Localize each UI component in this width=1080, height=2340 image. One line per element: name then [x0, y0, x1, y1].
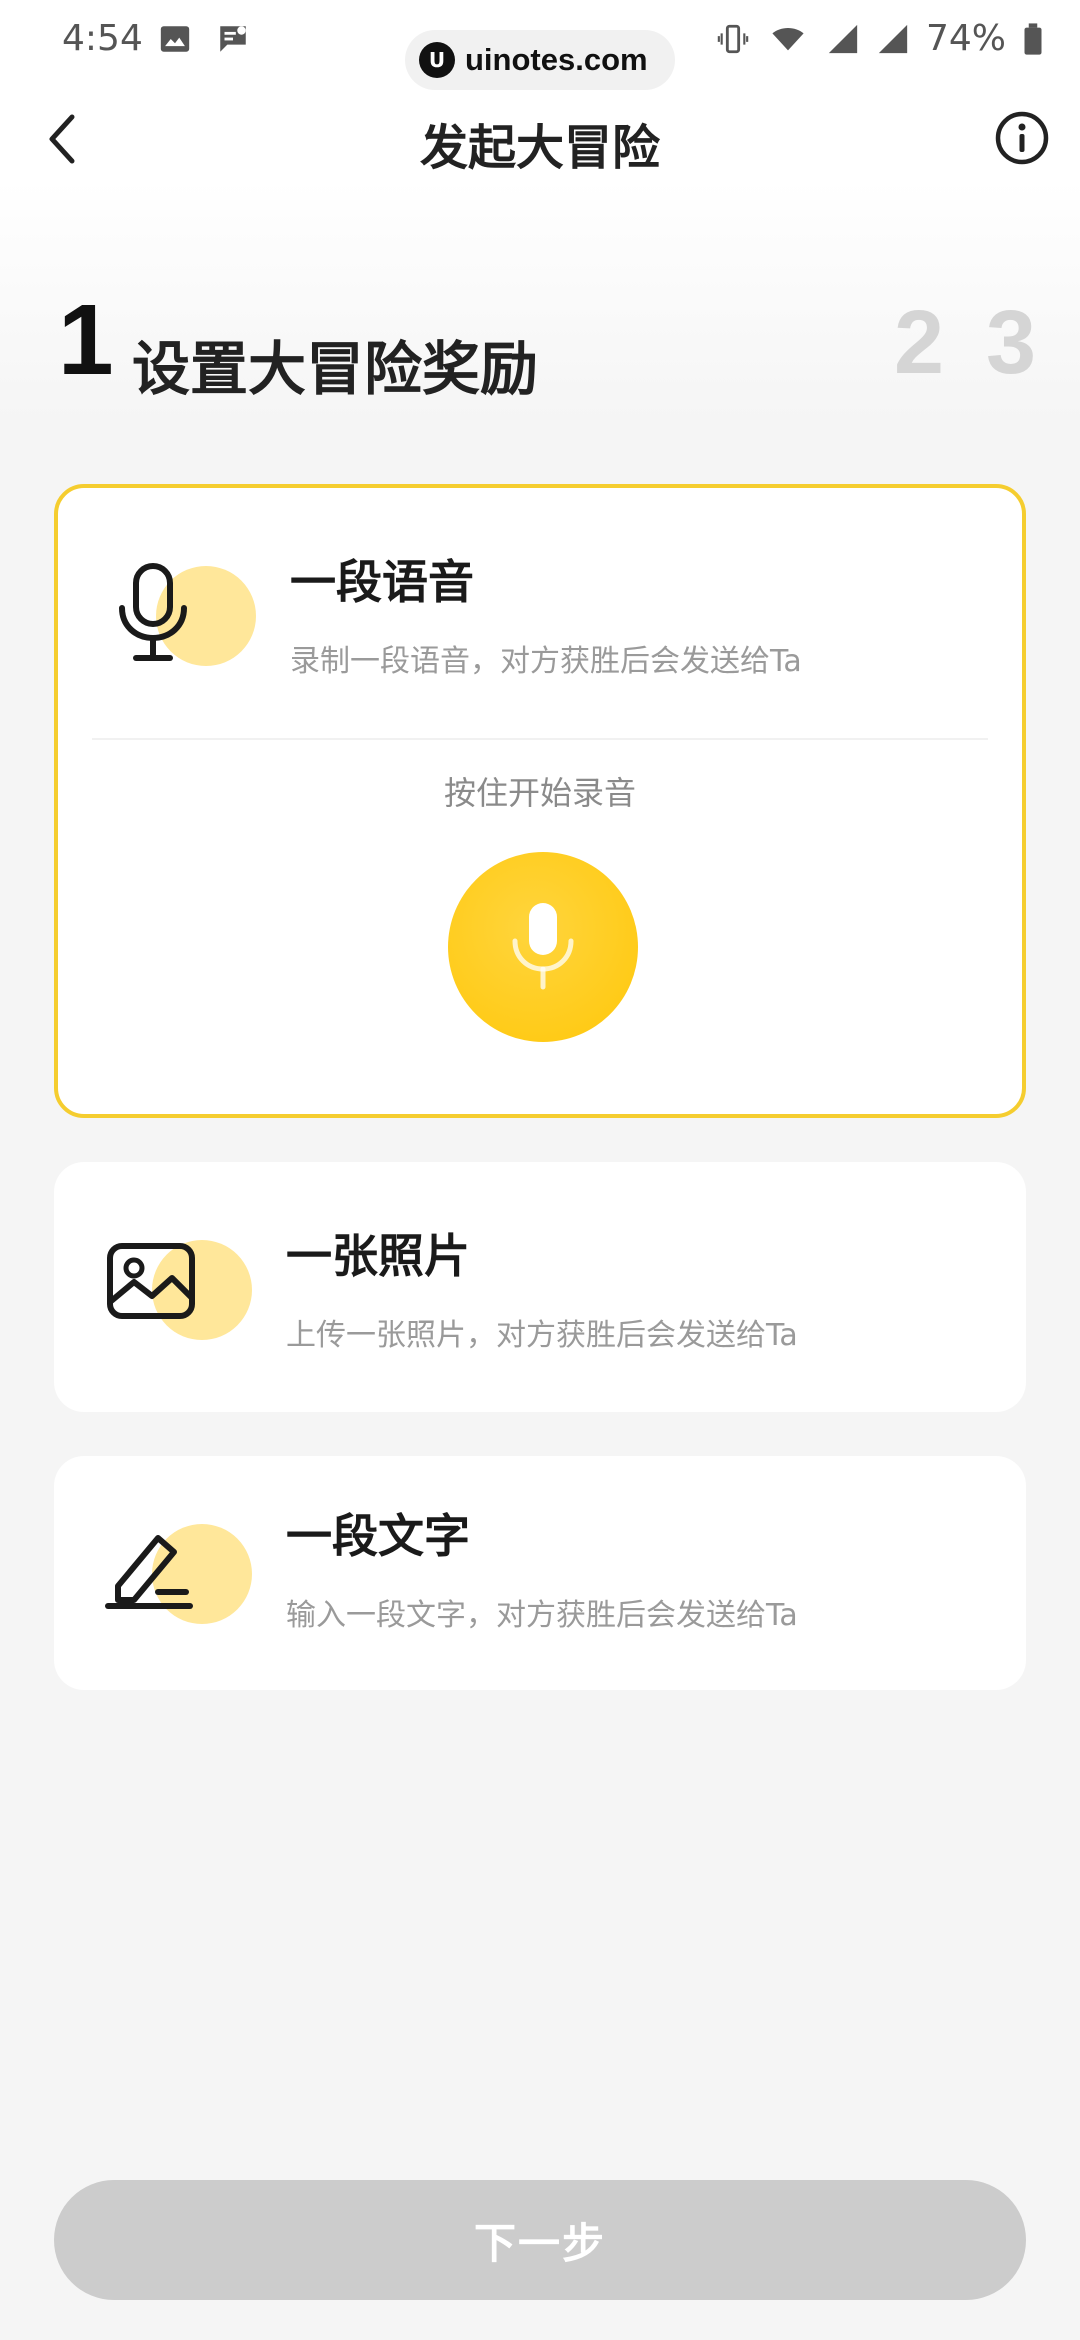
watermark-logo: U: [419, 42, 455, 78]
watermark-text: uinotes.com: [465, 42, 648, 77]
divider: [92, 738, 988, 740]
step-number-3: 3: [986, 293, 1037, 393]
status-time: 4:54: [62, 18, 143, 59]
page-title: 发起大冒险: [419, 120, 660, 176]
info-icon: [995, 111, 1049, 165]
info-button[interactable]: [994, 110, 1050, 166]
option-title: 一段语音: [290, 555, 474, 609]
battery-percent: 74%: [925, 18, 1006, 59]
record-button[interactable]: [448, 852, 638, 1042]
option-card-photo[interactable]: 一张照片 上传一张照片，对方获胜后会发送给Ta: [54, 1162, 1026, 1412]
vibrate-icon: [717, 24, 749, 53]
microphone-icon: [512, 903, 574, 990]
image-icon: [107, 1243, 195, 1319]
step-current-label: 设置大冒险奖励: [132, 335, 539, 403]
option-title: 一段文字: [286, 1509, 470, 1563]
option-description: 录制一段语音，对方获胜后会发送给Ta: [290, 644, 802, 679]
wifi-icon: [772, 27, 804, 50]
option-card-voice[interactable]: 一段语音 录制一段语音，对方获胜后会发送给Ta 按住开始录音: [54, 484, 1026, 1118]
watermark-badge: U uinotes.com: [405, 30, 675, 90]
step-number-2: 2: [894, 293, 945, 393]
step-current-number: 1: [58, 284, 114, 396]
next-step-button[interactable]: 下一步: [54, 2180, 1026, 2300]
option-description: 输入一段文字，对方获胜后会发送给Ta: [286, 1598, 798, 1633]
signal-icon: [828, 24, 858, 53]
option-title: 一张照片: [286, 1229, 470, 1283]
message-icon: [220, 26, 246, 52]
image-icon: [160, 26, 190, 52]
record-hint: 按住开始录音: [443, 774, 636, 812]
battery-icon: [1024, 22, 1042, 55]
option-description: 上传一张照片，对方获胜后会发送给Ta: [286, 1318, 798, 1353]
edit-icon: [105, 1535, 193, 1609]
microphone-icon: [119, 563, 187, 661]
signal-icon: [878, 24, 908, 53]
option-card-text[interactable]: 一段文字 输入一段文字，对方获胜后会发送给Ta: [54, 1456, 1026, 1690]
